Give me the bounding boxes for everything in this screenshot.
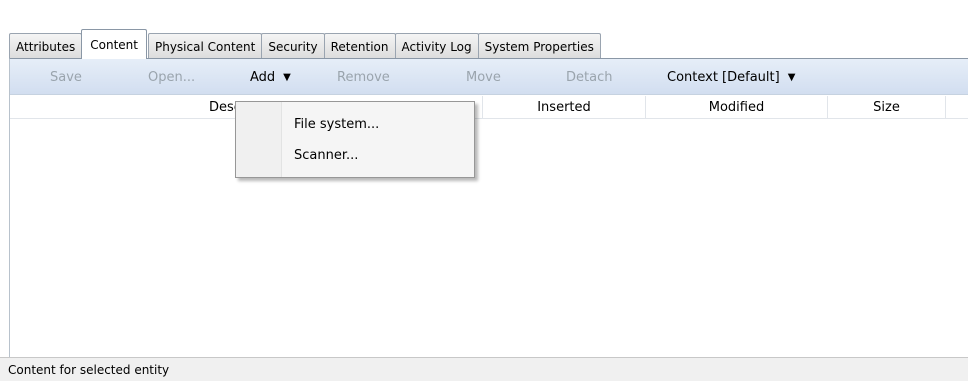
tab-content[interactable]: Content: [81, 29, 147, 59]
column-header-label: Modified: [708, 100, 765, 115]
remove-label: Remove: [337, 69, 390, 85]
column-header-label: Inserted: [537, 100, 591, 115]
tab-attributes[interactable]: Attributes: [9, 33, 83, 59]
dropdown-arrow-icon: ▼: [283, 71, 291, 83]
column-header-modified[interactable]: Modified: [646, 96, 828, 119]
open-button[interactable]: Open...: [148, 59, 195, 95]
menu-item-scanner[interactable]: Scanner...: [236, 141, 474, 169]
context-label: Context [Default]: [667, 69, 780, 85]
menu-item-label: File system...: [294, 116, 380, 132]
column-header-inserted[interactable]: Inserted: [483, 96, 646, 119]
tab-physical-content[interactable]: Physical Content: [147, 33, 263, 59]
tab-activity-log[interactable]: Activity Log: [394, 33, 479, 59]
save-label: Save: [50, 69, 82, 85]
dropdown-arrow-icon: ▼: [787, 71, 796, 83]
add-dropdown-menu: File system... Scanner...: [235, 101, 475, 178]
menu-item-label: Scanner...: [294, 147, 359, 163]
status-bar: Content for selected entity: [0, 357, 968, 381]
detach-label: Detach: [566, 69, 613, 85]
context-dropdown[interactable]: Context [Default] ▼: [667, 59, 795, 95]
remove-button[interactable]: Remove: [337, 59, 390, 95]
add-button[interactable]: Add ▼: [250, 59, 291, 95]
content-toolbar: Save Open... Add ▼ Remove Move Detach Co…: [10, 59, 968, 95]
detach-button[interactable]: Detach: [566, 59, 612, 95]
status-text: Content for selected entity: [8, 362, 170, 377]
move-label: Move: [466, 69, 501, 85]
column-header-label: Size: [873, 100, 900, 115]
tab-system-properties[interactable]: System Properties: [477, 33, 601, 59]
add-label: Add: [250, 69, 276, 85]
tab-security[interactable]: Security: [261, 33, 325, 59]
content-panel: Save Open... Add ▼ Remove Move Detach Co…: [9, 58, 968, 381]
content-window: Attributes Content Physical Content Secu…: [0, 0, 968, 381]
column-header-size[interactable]: Size: [828, 96, 946, 119]
tab-retention[interactable]: Retention: [323, 33, 396, 59]
column-header-row: Description Inserted Modified Size: [10, 96, 968, 119]
tab-strip: Attributes Content Physical Content Secu…: [9, 29, 601, 59]
save-button[interactable]: Save: [50, 59, 82, 95]
move-button[interactable]: Move: [466, 59, 501, 95]
open-label: Open...: [148, 69, 196, 85]
menu-item-file-system[interactable]: File system...: [236, 110, 474, 138]
